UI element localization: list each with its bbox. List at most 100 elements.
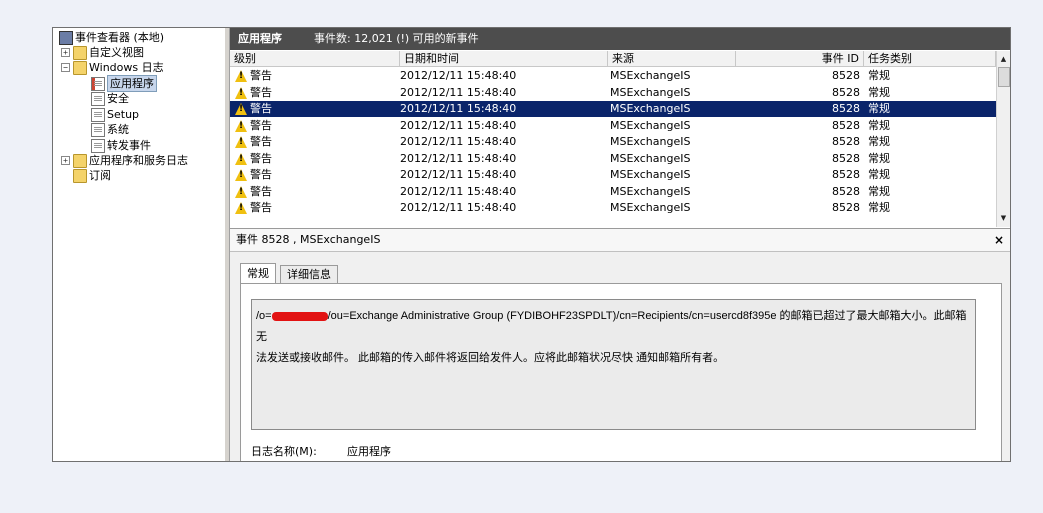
log-name-row: 日志名称(M): 应用程序 xyxy=(251,443,391,459)
event-datetime: 2012/12/11 15:48:40 xyxy=(400,135,517,148)
log-icon xyxy=(91,77,105,91)
event-datetime: 2012/12/11 15:48:40 xyxy=(400,118,517,132)
event-row[interactable]: 警告 2012/12/11 15:48:40 MSExchangeIS 8528 常规 xyxy=(230,85,996,101)
tab-details[interactable]: 详细信息 xyxy=(280,265,338,284)
event-row[interactable]: 警告 2012/12/11 15:48:40 MSExchangeIS 8528 常规 xyxy=(230,167,996,183)
event-list: 级别 日期和时间 来源 事件 ID 任务类别 警告 2012/12/11 15:4… xyxy=(230,51,1010,227)
event-viewer-window: 事件查看器 (本地) + 自定义视图 − Windows 日志 应用程序 安全 Setup 系统… xyxy=(52,27,1011,462)
event-source: MSExchangeIS xyxy=(610,102,691,115)
tree-item-label: Setup xyxy=(107,108,140,121)
folder-icon xyxy=(73,154,87,168)
event-id: 8528 xyxy=(832,118,860,132)
log-icon xyxy=(91,92,105,106)
collapse-icon[interactable]: − xyxy=(61,63,70,72)
warning-icon xyxy=(235,136,247,148)
event-category: 常规 xyxy=(868,151,890,165)
redaction-mark xyxy=(271,311,328,321)
event-category: 常规 xyxy=(868,102,890,115)
tree-item-label: 安全 xyxy=(107,92,129,105)
event-datetime: 2012/12/11 15:48:40 xyxy=(400,69,517,82)
event-row[interactable]: 警告 2012/12/11 15:48:40 MSExchangeIS 8528 常规 xyxy=(230,134,996,150)
main-pane: 应用程序 事件数: 12,021 (!) 可用的新事件 级别 日期和时间 来源 … xyxy=(230,28,1010,461)
expand-icon[interactable]: + xyxy=(61,48,70,57)
event-source: MSExchangeIS xyxy=(610,85,691,99)
event-id: 8528 xyxy=(832,135,860,148)
event-id: 8528 xyxy=(832,201,860,214)
event-row[interactable]: 警告 2012/12/11 15:48:40 MSExchangeIS 8528 常规 xyxy=(230,200,996,216)
log-titlebar: 应用程序 事件数: 12,021 (!) 可用的新事件 xyxy=(230,28,1010,50)
event-row[interactable]: 警告 2012/12/11 15:48:40 MSExchangeIS 8528 常规 xyxy=(230,101,996,117)
event-source: MSExchangeIS xyxy=(610,184,691,198)
event-id: 8528 xyxy=(832,184,860,198)
tab-general[interactable]: 常规 xyxy=(240,263,276,284)
event-datetime: 2012/12/11 15:48:40 xyxy=(400,151,517,165)
event-detail-title: 事件 8528 , MSExchangeIS xyxy=(236,233,381,246)
event-source: MSExchangeIS xyxy=(610,118,691,132)
tree-item-label: Windows 日志 xyxy=(89,61,164,74)
event-level: 警告 xyxy=(250,184,272,198)
log-icon xyxy=(91,139,105,153)
event-id: 8528 xyxy=(832,85,860,99)
event-row[interactable]: 警告 2012/12/11 15:48:40 MSExchangeIS 8528 常规 xyxy=(230,118,996,134)
column-header-event-id[interactable]: 事件 ID xyxy=(736,51,864,66)
log-name-label: 日志名称(M): xyxy=(251,445,317,458)
tree-item-label: 应用程序 xyxy=(107,75,157,92)
log-title: 应用程序 xyxy=(238,32,282,45)
event-datetime: 2012/12/11 15:48:40 xyxy=(400,85,517,99)
event-level: 警告 xyxy=(250,118,272,132)
event-category: 常规 xyxy=(868,69,890,82)
event-row[interactable]: 警告 2012/12/11 15:48:40 MSExchangeIS 8528 常规 xyxy=(230,151,996,167)
column-header-category[interactable]: 任务类别 xyxy=(864,51,996,66)
event-datetime: 2012/12/11 15:48:40 xyxy=(400,168,517,181)
event-detail-header: 事件 8528 , MSExchangeIS × xyxy=(230,229,1010,252)
event-detail-pane: 事件 8528 , MSExchangeIS × 常规 详细信息 /o=/ou=… xyxy=(230,228,1010,461)
event-source: MSExchangeIS xyxy=(610,135,691,148)
tree-item-label: 事件查看器 (本地) xyxy=(75,31,165,44)
event-id: 8528 xyxy=(832,102,860,115)
scroll-thumb[interactable] xyxy=(998,67,1010,87)
log-icon xyxy=(91,123,105,137)
event-row[interactable]: 警告 2012/12/11 15:48:40 MSExchangeIS 8528 常规 xyxy=(230,68,996,84)
event-category: 常规 xyxy=(868,118,890,132)
event-list-header: 级别 日期和时间 来源 事件 ID 任务类别 xyxy=(230,51,996,67)
event-category: 常规 xyxy=(868,168,890,181)
tree-item-label: 系统 xyxy=(107,123,129,136)
expand-icon[interactable]: + xyxy=(61,156,70,165)
event-category: 常规 xyxy=(868,135,890,148)
event-datetime: 2012/12/11 15:48:40 xyxy=(400,184,517,198)
message-prefix: /o= xyxy=(256,310,272,322)
event-category: 常规 xyxy=(868,201,890,214)
column-header-datetime[interactable]: 日期和时间 xyxy=(400,51,608,66)
event-row[interactable]: 警告 2012/12/11 15:48:40 MSExchangeIS 8528 常规 xyxy=(230,184,996,200)
event-level: 警告 xyxy=(250,168,272,181)
event-count-summary: 事件数: 12,021 (!) 可用的新事件 xyxy=(314,32,479,45)
warning-icon xyxy=(235,152,247,165)
warning-icon xyxy=(235,202,247,214)
event-datetime: 2012/12/11 15:48:40 xyxy=(400,102,517,115)
warning-icon xyxy=(235,86,247,99)
scroll-down-arrow-icon[interactable]: ▼ xyxy=(997,212,1010,225)
event-level: 警告 xyxy=(250,201,272,214)
event-message-box[interactable]: /o=/ou=Exchange Administrative Group (FY… xyxy=(251,299,976,430)
event-level: 警告 xyxy=(250,85,272,99)
column-header-source[interactable]: 来源 xyxy=(608,51,736,66)
navigation-tree: 事件查看器 (本地) + 自定义视图 − Windows 日志 应用程序 安全 Setup 系统… xyxy=(53,28,226,461)
warning-icon xyxy=(235,119,247,132)
event-level: 警告 xyxy=(250,69,272,82)
event-list-scrollbar[interactable]: ▲ ▼ xyxy=(996,51,1010,227)
folder-icon xyxy=(73,169,87,183)
event-level: 警告 xyxy=(250,135,272,148)
scroll-up-arrow-icon[interactable]: ▲ xyxy=(997,53,1010,66)
event-level: 警告 xyxy=(250,102,272,115)
event-category: 常规 xyxy=(868,85,890,99)
warning-icon xyxy=(235,70,247,82)
event-id: 8528 xyxy=(832,151,860,165)
column-header-level[interactable]: 级别 xyxy=(230,51,400,66)
event-level: 警告 xyxy=(250,151,272,165)
tree-item-label: 自定义视图 xyxy=(89,46,144,59)
event-category: 常规 xyxy=(868,184,890,198)
event-viewer-icon xyxy=(59,31,73,45)
tree-item-label: 应用程序和服务日志 xyxy=(89,154,188,167)
folder-icon xyxy=(73,46,87,60)
close-icon[interactable]: × xyxy=(994,229,1004,251)
